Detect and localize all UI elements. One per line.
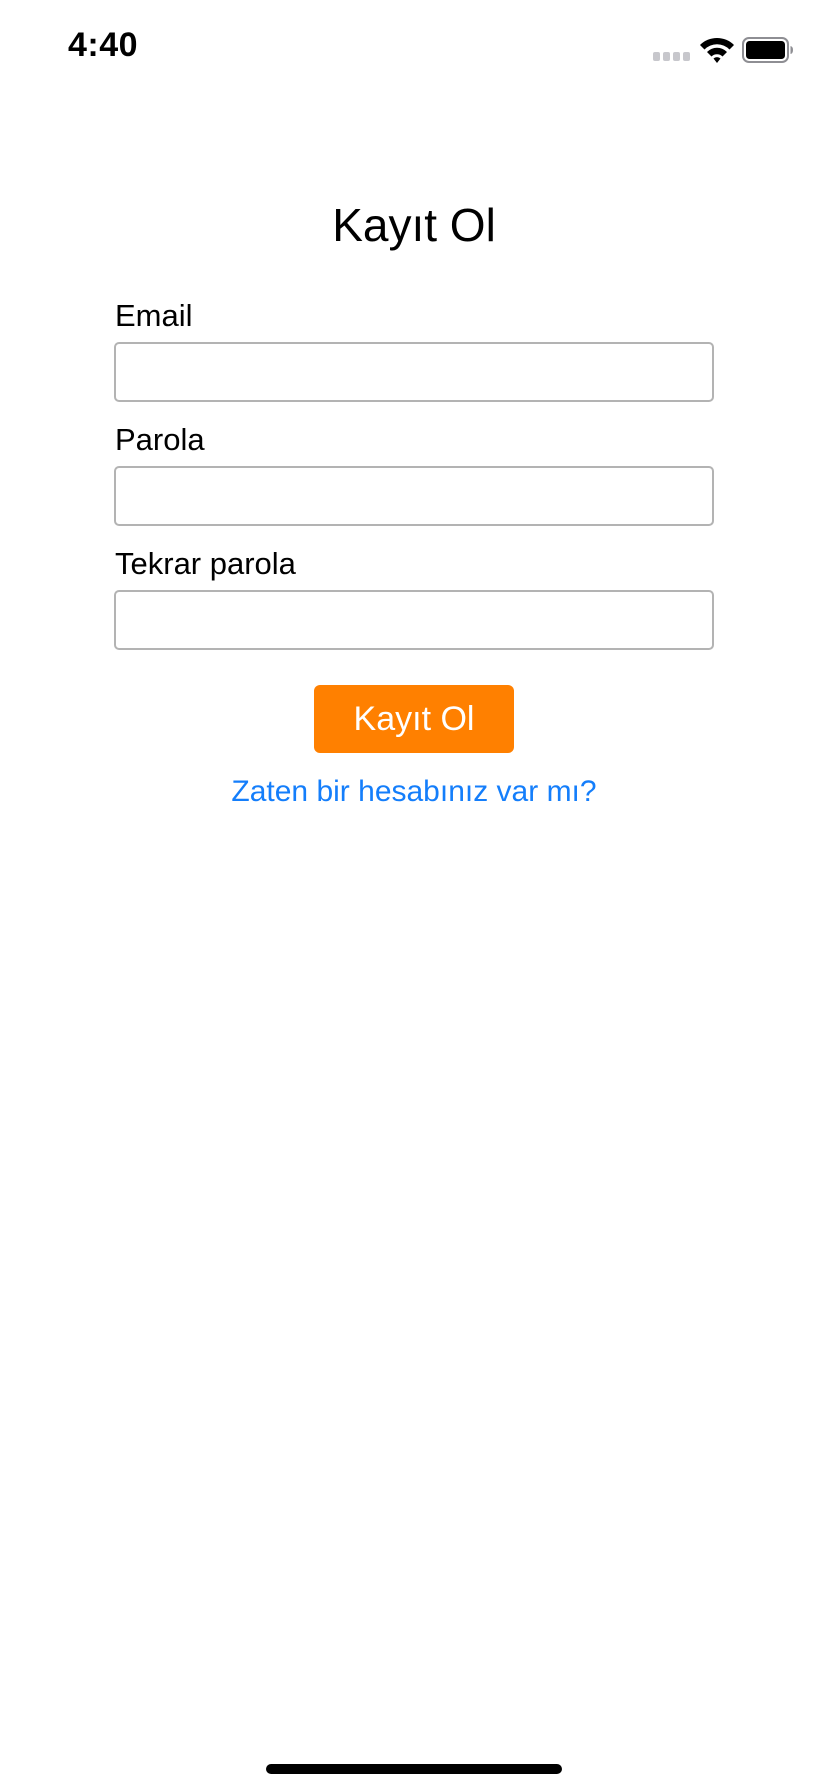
cellular-signal-icon	[653, 52, 691, 61]
page-title: Kayıt Ol	[332, 199, 496, 251]
password-field[interactable]	[114, 466, 714, 526]
battery-icon	[742, 37, 793, 63]
confirm-password-label: Tekrar parola	[115, 546, 296, 581]
status-bar: 4:40	[0, 0, 828, 100]
wifi-icon	[700, 37, 734, 63]
home-indicator[interactable]	[266, 1764, 562, 1774]
login-link[interactable]: Zaten bir hesabınız var mı?	[0, 772, 828, 812]
status-time: 4:40	[68, 26, 139, 64]
password-label: Parola	[115, 422, 205, 457]
email-label: Email	[115, 298, 193, 333]
confirm-password-field[interactable]	[114, 590, 714, 650]
register-button[interactable]: Kayıt Ol	[314, 685, 514, 753]
email-field[interactable]	[114, 342, 714, 402]
